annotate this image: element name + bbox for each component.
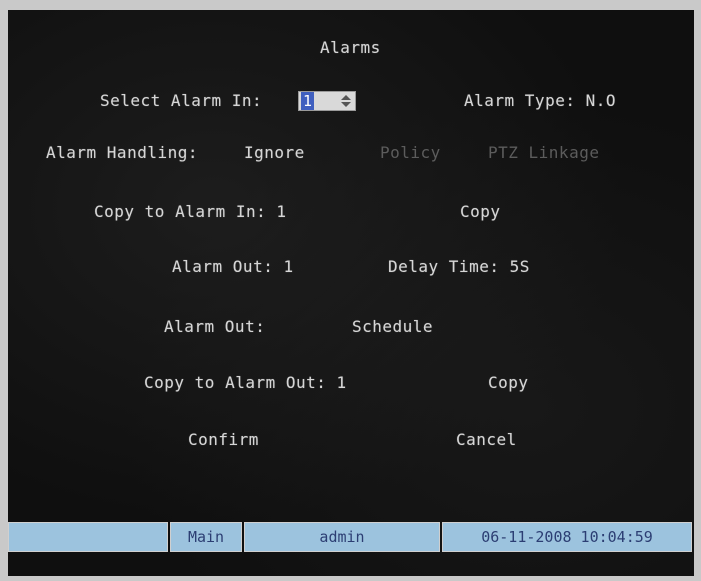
copy-to-alarm-in-label[interactable]: Copy to Alarm In: 1 [94, 202, 287, 222]
cancel-button[interactable]: Cancel [456, 430, 517, 450]
alarm-in-value: 1 [301, 92, 315, 110]
alarm-handling-label: Alarm Handling: [46, 143, 198, 162]
alarm-out-label: Alarm Out: [164, 317, 266, 336]
copy-alarm-in-button[interactable]: Copy [460, 202, 501, 222]
select-alarm-in-label: Select Alarm In: [100, 91, 263, 110]
status-bar-blank [8, 522, 168, 552]
alarm-type-label[interactable]: Alarm Type: N.O [464, 91, 616, 111]
ptz-linkage-button[interactable]: PTZ Linkage [488, 143, 599, 163]
alarm-handling-value[interactable]: Ignore [244, 143, 305, 163]
confirm-button[interactable]: Confirm [188, 430, 259, 450]
alarm-out-select[interactable]: Alarm Out: 1 [172, 257, 294, 277]
page-title: Alarms [320, 38, 381, 57]
delay-time-field[interactable]: Delay Time: 5S [388, 257, 530, 277]
copy-to-alarm-out-label[interactable]: Copy to Alarm Out: 1 [144, 373, 347, 393]
status-datetime: 06-11-2008 10:04:59 [442, 522, 692, 552]
policy-button[interactable]: Policy [380, 143, 441, 163]
alarm-in-spinner[interactable]: 1 [298, 91, 356, 111]
status-menu: Main [170, 522, 242, 552]
copy-alarm-out-button[interactable]: Copy [488, 373, 529, 393]
schedule-button[interactable]: Schedule [352, 317, 433, 337]
up-down-arrows-icon[interactable] [340, 94, 352, 108]
status-user: admin [244, 522, 440, 552]
status-bar: Main admin 06-11-2008 10:04:59 [8, 522, 694, 552]
dvr-screen: Alarms Select Alarm In: 1 Alarm Type: N.… [8, 10, 694, 576]
